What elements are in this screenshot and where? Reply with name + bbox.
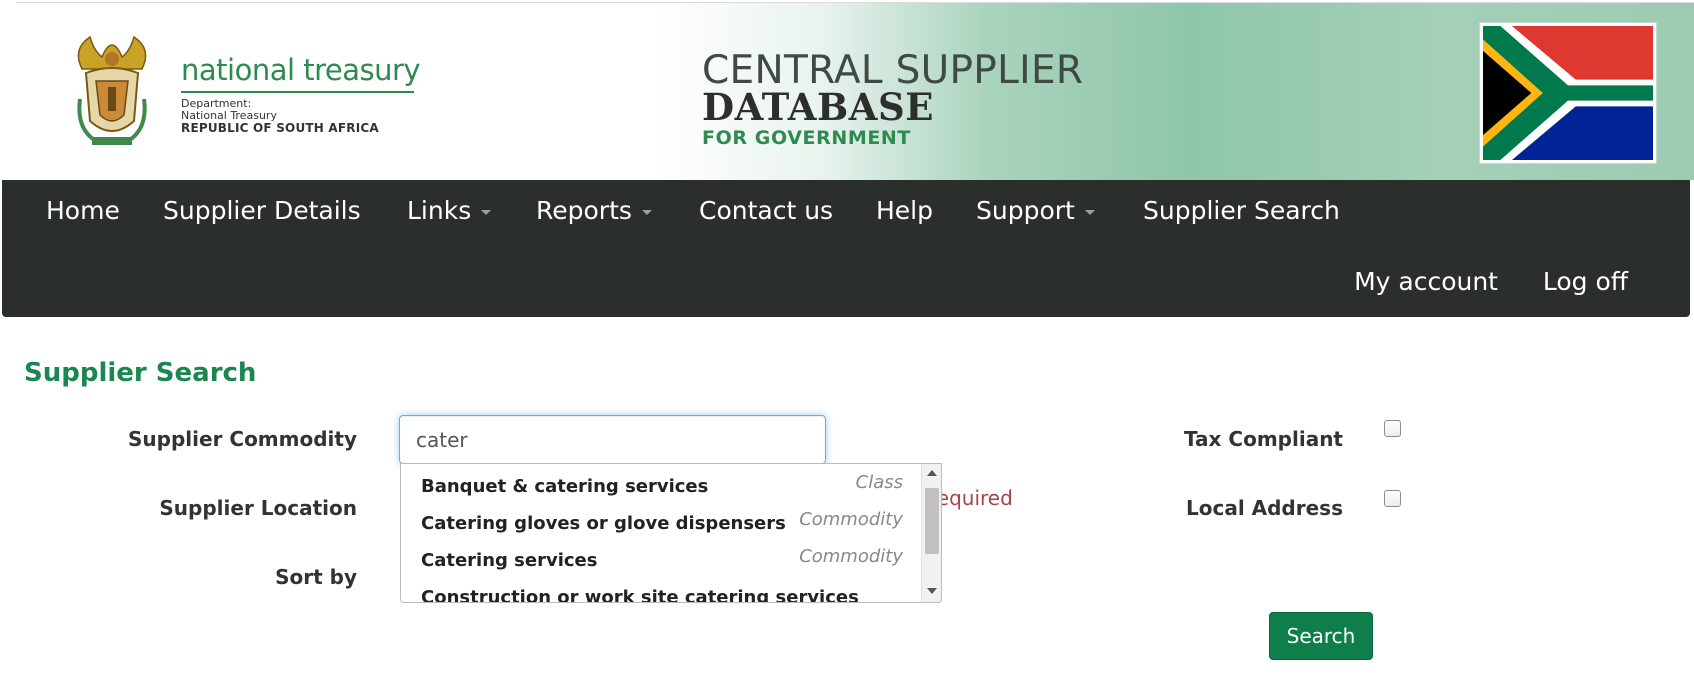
nav-help[interactable]: Help <box>876 196 933 225</box>
caret-down-icon <box>1084 209 1095 215</box>
sort-by-label: Sort by <box>275 565 357 589</box>
nav-support[interactable]: Support <box>976 196 1095 225</box>
nav-reports-label: Reports <box>536 196 632 225</box>
page-title: Supplier Search <box>24 358 257 388</box>
autocomplete-item-type: Commodity <box>799 509 903 530</box>
supplier-location-label: Supplier Location <box>159 496 357 520</box>
autocomplete-item-name: Catering gloves or glove dispensers <box>421 513 786 534</box>
autocomplete-item-type: Commodity <box>799 546 903 567</box>
scroll-up-arrow-icon[interactable] <box>927 470 937 476</box>
autocomplete-scrollbar[interactable] <box>921 464 941 602</box>
nav-my-account[interactable]: My account <box>1354 267 1498 296</box>
treasury-divider <box>181 91 414 93</box>
south-africa-flag-icon <box>1480 23 1656 163</box>
site-banner: national treasury Department: National T… <box>16 2 1694 180</box>
scrollbar-thumb[interactable] <box>925 488 939 554</box>
nav-supplier-search[interactable]: Supplier Search <box>1143 196 1340 225</box>
search-button[interactable]: Search <box>1269 612 1373 660</box>
nav-contact-us[interactable]: Contact us <box>699 196 833 225</box>
scroll-down-arrow-icon[interactable] <box>927 588 937 594</box>
csd-title-line2: DATABASE <box>702 85 934 129</box>
coat-of-arms-icon <box>77 35 147 145</box>
tax-compliant-label: Tax Compliant <box>1183 427 1343 451</box>
treasury-name: national treasury <box>181 53 421 87</box>
autocomplete-item[interactable]: Catering gloves or glove dispensers Comm… <box>401 501 923 537</box>
autocomplete-item[interactable]: Catering services Commodity <box>401 538 923 574</box>
treasury-dept-line3: REPUBLIC OF SOUTH AFRICA <box>181 121 379 135</box>
autocomplete-item[interactable]: Banquet & catering services Class <box>401 464 923 500</box>
local-address-label: Local Address <box>1185 496 1343 520</box>
autocomplete-item-name: Catering services <box>421 550 598 571</box>
supplier-commodity-label: Supplier Commodity <box>128 427 357 451</box>
nav-supplier-details[interactable]: Supplier Details <box>163 196 361 225</box>
autocomplete-item-type: Class <box>855 472 903 493</box>
nav-links-label: Links <box>407 196 472 225</box>
nav-log-off[interactable]: Log off <box>1543 267 1628 296</box>
nav-supplier-details-label: Supplier Details <box>163 196 361 225</box>
caret-down-icon <box>481 209 492 215</box>
nav-links[interactable]: Links <box>407 196 492 225</box>
autocomplete-item-name: Banquet & catering services <box>421 476 709 497</box>
nav-reports[interactable]: Reports <box>536 196 652 225</box>
nav-support-label: Support <box>976 196 1075 225</box>
csd-title-line3: FOR GOVERNMENT <box>702 127 911 149</box>
local-address-checkbox[interactable] <box>1384 490 1401 507</box>
nav-supplier-search-label: Supplier Search <box>1143 196 1340 225</box>
treasury-department: Department: National Treasury REPUBLIC O… <box>181 98 379 135</box>
supplier-commodity-input[interactable] <box>399 415 826 464</box>
autocomplete-item-name: Construction or work site catering servi… <box>421 587 859 603</box>
nav-help-label: Help <box>876 196 933 225</box>
nav-home[interactable]: Home <box>46 196 120 225</box>
commodity-autocomplete-list: Banquet & catering services Class Cateri… <box>400 463 942 603</box>
autocomplete-item[interactable]: Construction or work site catering servi… <box>401 575 923 603</box>
main-navbar: Home Supplier Details Links Reports Cont… <box>2 180 1690 317</box>
nav-contact-us-label: Contact us <box>699 196 834 225</box>
tax-compliant-checkbox[interactable] <box>1384 420 1401 437</box>
caret-down-icon <box>641 209 652 215</box>
nav-home-label: Home <box>46 196 120 225</box>
